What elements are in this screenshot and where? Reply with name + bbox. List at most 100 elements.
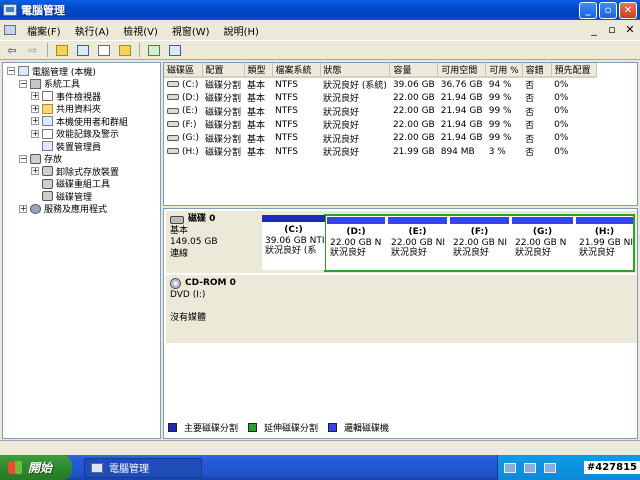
- disk-0-row[interactable]: 磁碟 0 基本 149.05 GB 連線 (C:) 39.06 GB NTI 狀況良…: [166, 211, 637, 273]
- cell-text: NTFS: [275, 133, 299, 144]
- column-header[interactable]: 配置: [202, 63, 245, 78]
- show-hide-tree-icon[interactable]: [74, 42, 92, 58]
- menu-action[interactable]: 執行(A): [68, 23, 117, 38]
- menu-help[interactable]: 說明(H): [217, 23, 266, 38]
- tree-node[interactable]: − 電腦管理 (本機): [3, 65, 160, 78]
- tree-node[interactable]: 磁碟重組工具: [3, 178, 160, 190]
- taskbar-item-computer-management[interactable]: 電腦管理: [84, 457, 202, 478]
- export-list-icon[interactable]: [166, 42, 184, 58]
- column-header[interactable]: 類型: [244, 63, 273, 78]
- table-row[interactable]: (F:) 磁碟分割 基本 NTFS 狀況良好 22.00 GB 21.94 GB 99 % 否 0…: [164, 118, 596, 132]
- table-cell: 否: [522, 77, 551, 91]
- column-header[interactable]: 狀態: [320, 63, 391, 78]
- disk-0-status: 連線: [170, 248, 189, 259]
- mdi-restore-button[interactable]: ▫: [606, 23, 618, 36]
- legend-logical-label: 邏輯磁碟機: [344, 424, 390, 434]
- refresh-icon[interactable]: [145, 42, 163, 58]
- table-cell: NTFS: [272, 91, 320, 105]
- cell-text: 磁碟分割: [205, 94, 242, 105]
- table-cell: 22.00 GB: [390, 132, 438, 146]
- cell-text: 94 %: [488, 79, 512, 90]
- mmc-icon[interactable]: [4, 25, 16, 35]
- partition-c[interactable]: (C:) 39.06 GB NTI 狀況良好 (系: [262, 215, 325, 270]
- partition-size: 39.06 GB NTI: [265, 235, 325, 246]
- expand-icon[interactable]: +: [31, 117, 39, 126]
- taskbar-item-label: 電腦管理: [109, 464, 149, 475]
- collapse-icon[interactable]: −: [19, 154, 27, 163]
- partition-size: 22.00 GB N: [330, 237, 382, 248]
- cdrom-0-row[interactable]: CD-ROM 0 DVD (I:) 沒有媒體: [166, 275, 637, 343]
- table-row[interactable]: (C:) 磁碟分割 基本 NTFS 狀況良好 (系統) 39.06 GB 36.76 GB 9…: [164, 77, 596, 91]
- tree-node[interactable]: + 卸除式存放裝置: [3, 165, 160, 178]
- column-header[interactable]: 檔案系統: [272, 63, 321, 78]
- cdrom-0-label[interactable]: CD-ROM 0 DVD (I:) 沒有媒體: [166, 275, 258, 343]
- toolbar-separator: [139, 43, 140, 57]
- tree-node[interactable]: 磁碟管理: [3, 190, 160, 203]
- tree-node[interactable]: + 事件檢視器: [3, 90, 160, 103]
- collapse-icon[interactable]: −: [19, 79, 27, 88]
- table-row[interactable]: (H:) 磁碟分割 基本 NTFS 狀況良好 21.99 GB 894 MB 3 % 否 0%: [164, 145, 596, 159]
- expand-icon[interactable]: +: [31, 129, 39, 138]
- collapse-icon[interactable]: −: [7, 67, 15, 76]
- tree-node[interactable]: 裝置管理員: [3, 140, 160, 153]
- cell-text: (C:): [182, 79, 199, 90]
- expand-icon[interactable]: +: [31, 167, 39, 176]
- help-icon[interactable]: [116, 42, 134, 58]
- column-header[interactable]: 磁碟區: [164, 63, 203, 78]
- start-button[interactable]: 開始: [0, 455, 72, 480]
- partition-status: 狀況良好: [453, 248, 490, 258]
- back-arrow-icon[interactable]: ⇦: [3, 42, 21, 58]
- tree-node-label: 裝置管理員: [56, 142, 102, 153]
- table-cell: 21.99 GB: [390, 145, 438, 159]
- cell-text: 99 %: [488, 133, 512, 144]
- partition-g[interactable]: (G:) 22.00 GB N 狀況良好: [512, 217, 573, 269]
- partition-d[interactable]: (D:) 22.00 GB N 狀況良好: [327, 217, 385, 269]
- tree-node[interactable]: + 本機使用者和群組: [3, 115, 160, 128]
- cell-text: 磁碟分割: [205, 81, 242, 91]
- keyboard-icon[interactable]: [504, 462, 516, 473]
- cdrom-0-empty-area[interactable]: [260, 275, 637, 343]
- cell-text: 狀況良好: [323, 107, 360, 118]
- column-header[interactable]: 容量: [389, 63, 439, 78]
- volume-icon[interactable]: [544, 462, 556, 473]
- menu-view[interactable]: 檢視(V): [116, 23, 165, 38]
- disk-0-label[interactable]: 磁碟 0 基本 149.05 GB 連線: [166, 211, 258, 273]
- partition-e[interactable]: (E:) 22.00 GB NI 狀況良好: [388, 217, 447, 269]
- expand-icon[interactable]: +: [19, 204, 27, 213]
- column-header[interactable]: 容錯: [522, 63, 552, 78]
- forward-arrow-icon[interactable]: ⇨: [24, 42, 42, 58]
- expand-icon[interactable]: +: [31, 104, 39, 113]
- column-header[interactable]: 可用 %: [485, 63, 523, 78]
- maximize-button[interactable]: ▫: [599, 2, 617, 19]
- tree-node[interactable]: + 共用資料夾: [3, 103, 160, 115]
- properties-icon[interactable]: [95, 42, 113, 58]
- mdi-close-button[interactable]: ✕: [624, 23, 636, 36]
- column-header[interactable]: 預先配置: [551, 63, 597, 78]
- table-cell: (E:): [164, 105, 202, 119]
- tree-node[interactable]: + 效能記錄及警示: [3, 128, 160, 140]
- partition-h[interactable]: (H:) 21.99 GB NI 狀況良好: [576, 217, 633, 269]
- table-row[interactable]: (E:) 磁碟分割 基本 NTFS 狀況良好 22.00 GB 21.94 GB 99 % 否 0…: [164, 105, 596, 119]
- table-row[interactable]: (G:) 磁碟分割 基本 NTFS 狀況良好 22.00 GB 21.94 GB 99 % 否 0…: [164, 132, 596, 146]
- cell-text: 0%: [554, 79, 569, 90]
- partition-type-bar: [327, 217, 385, 224]
- menu-file[interactable]: 檔案(F): [20, 23, 68, 38]
- cell-text: (H:): [182, 146, 199, 157]
- menu-window[interactable]: 視窗(W): [165, 23, 217, 38]
- tree-node[interactable]: − 系統工具: [3, 78, 160, 90]
- table-row[interactable]: (D:) 磁碟分割 基本 NTFS 狀況良好 22.00 GB 21.94 GB 99 % 否 0…: [164, 91, 596, 105]
- network-icon[interactable]: [524, 462, 536, 473]
- partition-f[interactable]: (F:) 22.00 GB NI 狀況良好: [450, 217, 509, 269]
- up-level-icon[interactable]: [53, 42, 71, 58]
- cell-text: 0%: [554, 119, 569, 130]
- close-button[interactable]: ✕: [619, 2, 637, 19]
- column-header[interactable]: 可用空間: [437, 63, 487, 78]
- tree-node[interactable]: − 存放: [3, 153, 160, 165]
- tree-node-label: 事件檢視器: [56, 92, 102, 103]
- mdi-minimize-button[interactable]: _: [588, 23, 600, 36]
- table-cell: 3 %: [486, 145, 522, 159]
- table-cell: NTFS: [272, 105, 320, 119]
- expand-icon[interactable]: +: [31, 92, 39, 101]
- tree-node[interactable]: + 服務及應用程式: [3, 203, 160, 215]
- minimize-button[interactable]: _: [579, 2, 597, 19]
